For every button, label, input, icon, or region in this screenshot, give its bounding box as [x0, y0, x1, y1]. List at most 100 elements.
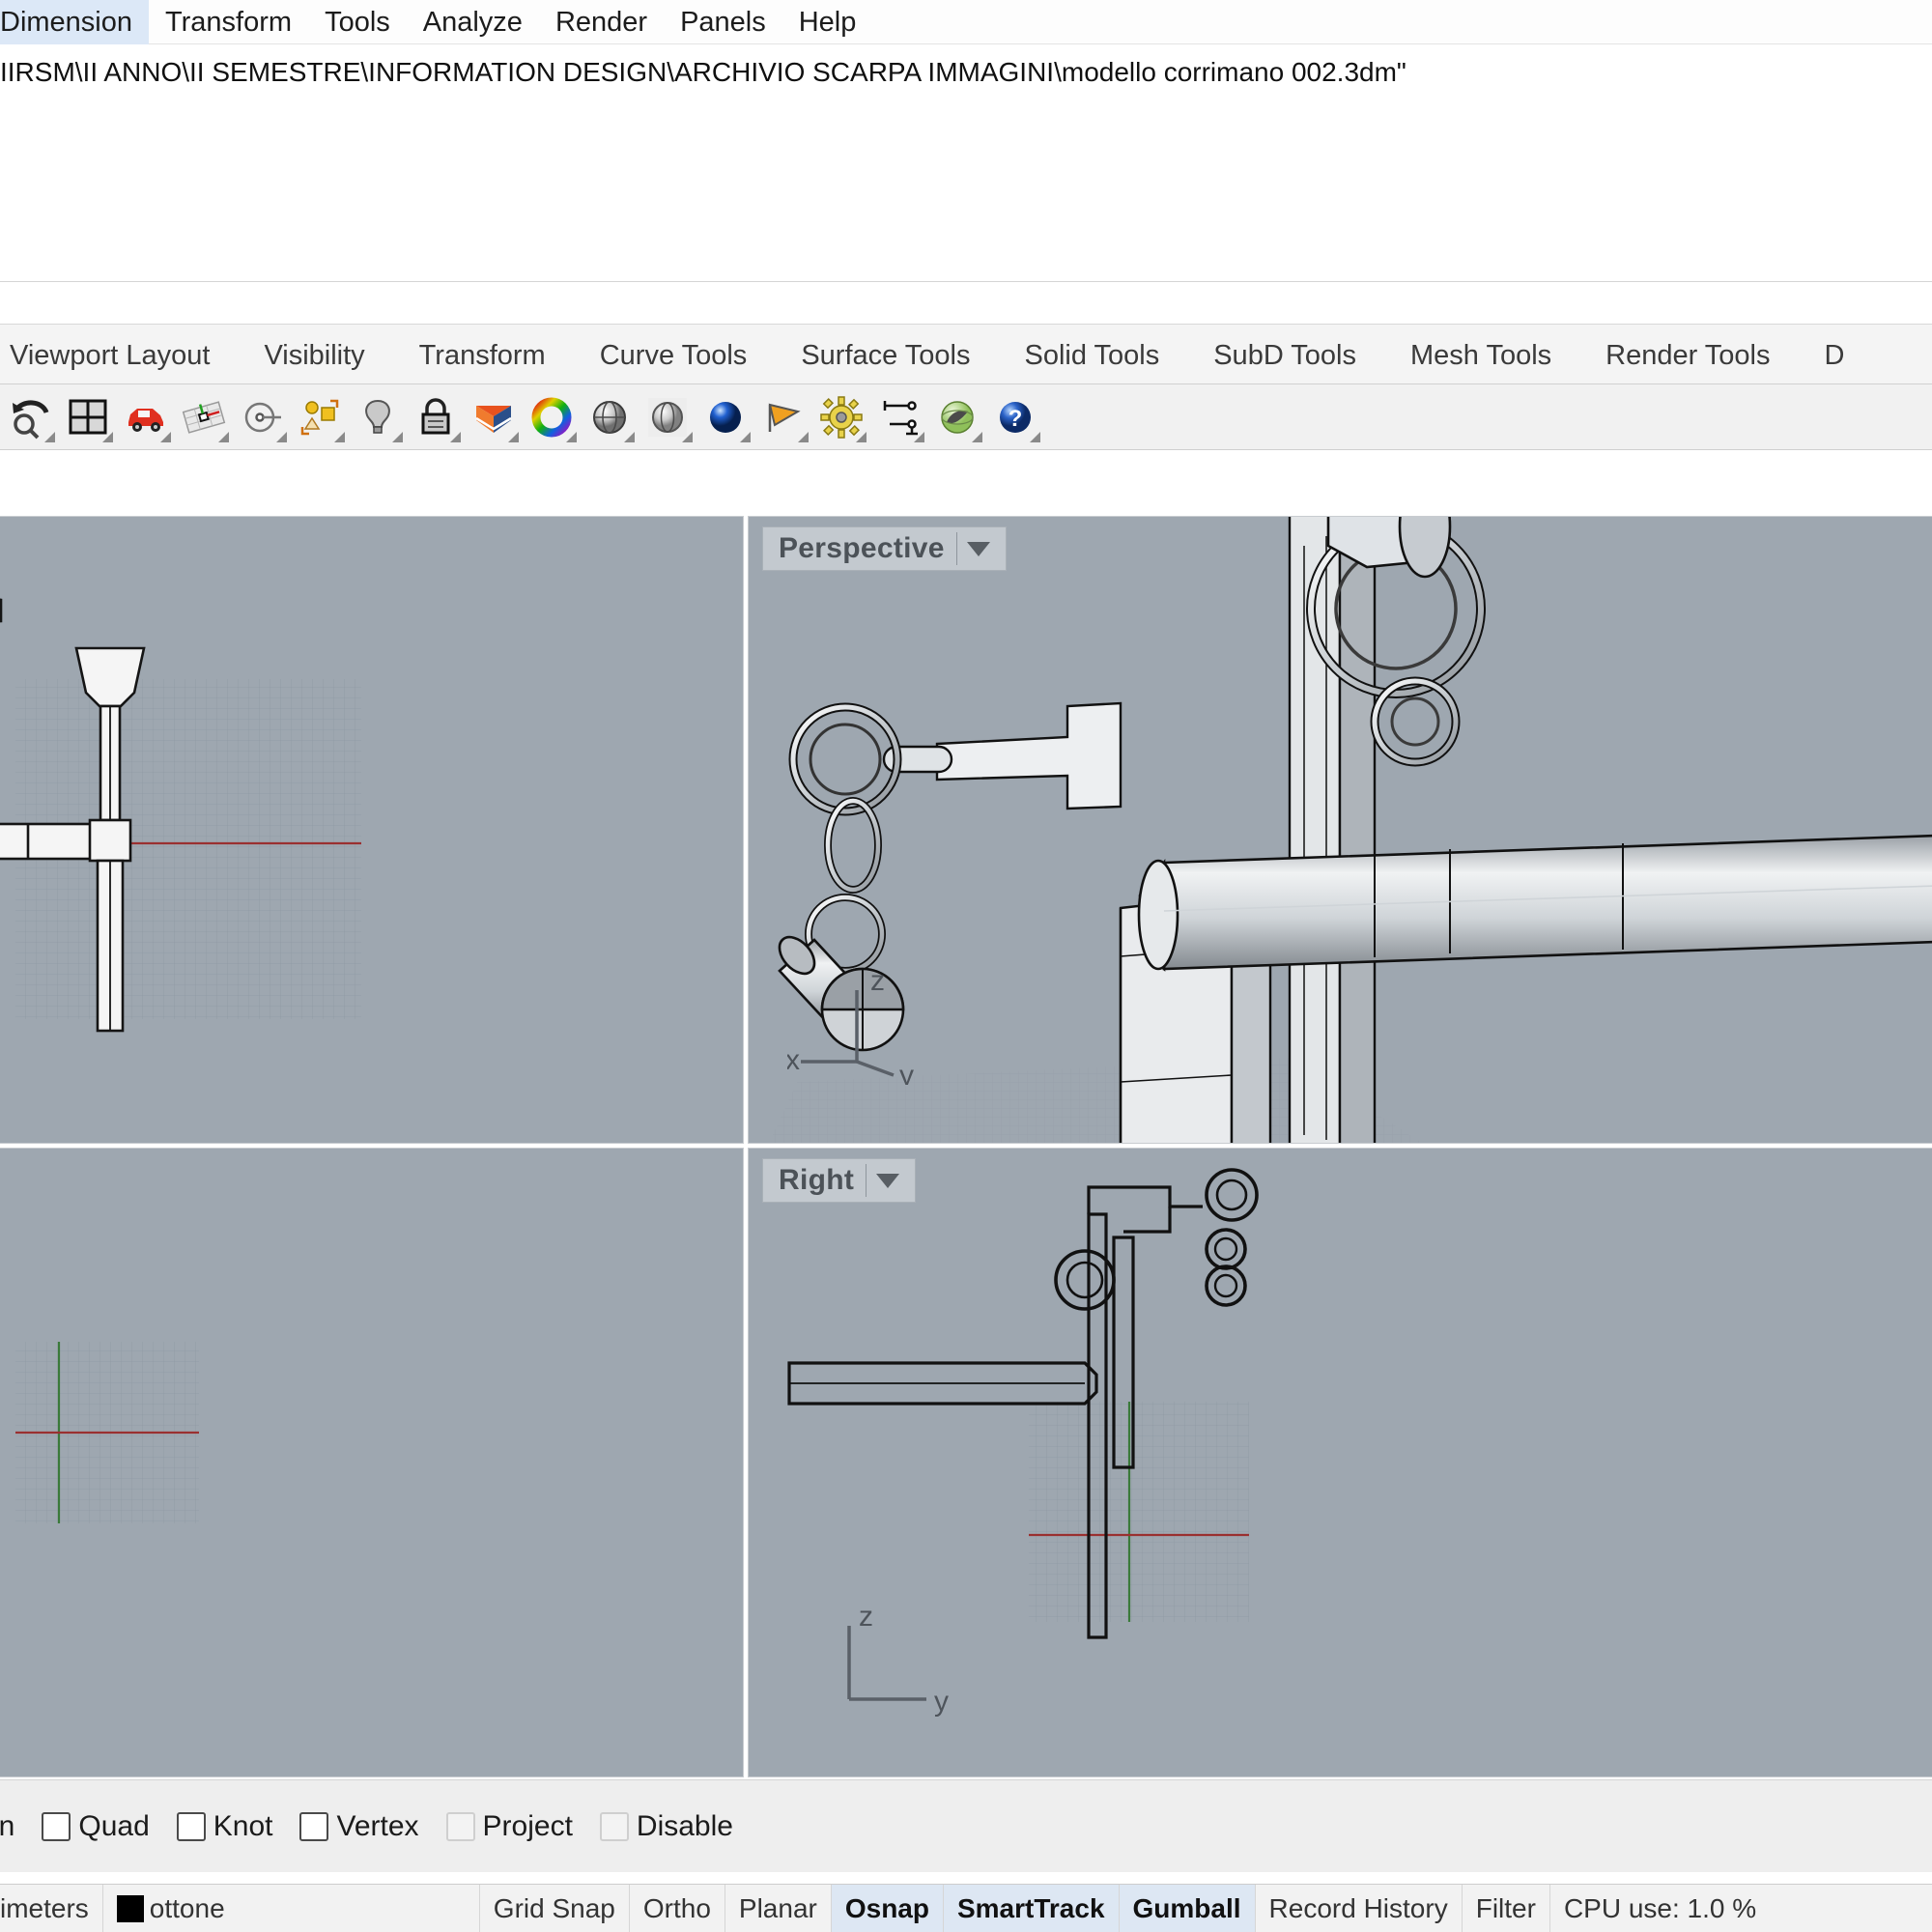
- menu-transform[interactable]: Transform: [149, 0, 308, 44]
- menu-panels[interactable]: Panels: [664, 0, 782, 44]
- osnap-option-project[interactable]: Project: [445, 1809, 573, 1843]
- osnap-checkbox-disable[interactable]: [599, 1811, 629, 1841]
- osnap-checkbox-vertex[interactable]: [299, 1811, 329, 1841]
- tab-curve-tools[interactable]: Curve Tools: [573, 340, 775, 384]
- viewport-title-perspective[interactable]: Perspective: [762, 526, 1007, 571]
- flyout-corner: [508, 431, 519, 442]
- chevron-down-icon[interactable]: [966, 541, 990, 556]
- display-shaded-sphere-icon[interactable]: [582, 389, 638, 445]
- flag-marker-icon[interactable]: [755, 389, 811, 445]
- menu-analyze[interactable]: Analyze: [407, 0, 539, 44]
- osnap-option-knot[interactable]: Knot: [176, 1809, 273, 1843]
- svg-text:y: y: [934, 1686, 949, 1718]
- flyout-corner: [624, 431, 635, 442]
- flyout-corner: [914, 431, 924, 442]
- osnap-label: Quad: [78, 1809, 150, 1842]
- main-icon-toolbar: ?: [0, 384, 1932, 450]
- osnap-option-an[interactable]: an: [0, 1810, 14, 1843]
- osnap-label: Project: [482, 1809, 573, 1842]
- toolbar-tab-strip: Viewport Layout Visibility Transform Cur…: [0, 325, 1932, 384]
- flyout-corner: [450, 431, 461, 442]
- named-views-car-icon[interactable]: [118, 389, 174, 445]
- flyout-corner: [44, 431, 55, 442]
- status-toggle-gumball[interactable]: Gumball: [1119, 1885, 1256, 1932]
- menu-render[interactable]: Render: [539, 0, 664, 44]
- menu-dimension[interactable]: Dimension: [0, 0, 149, 44]
- osnap-checkbox-project[interactable]: [445, 1811, 475, 1841]
- osnap-option-vertex[interactable]: Vertex: [299, 1810, 419, 1843]
- layers-icon[interactable]: [466, 389, 522, 445]
- viewport-title-right[interactable]: Right: [762, 1158, 917, 1203]
- status-toggle-grid-snap[interactable]: Grid Snap: [480, 1885, 630, 1932]
- tab-subd-tools[interactable]: SubD Tools: [1186, 340, 1383, 384]
- svg-text:z: z: [870, 969, 885, 997]
- status-current-layer[interactable]: ottone: [103, 1885, 480, 1932]
- tab-transform[interactable]: Transform: [392, 340, 573, 384]
- help-question-icon[interactable]: ?: [987, 389, 1043, 445]
- status-bar: imeters ottone Grid Snap Ortho Planar Os…: [0, 1884, 1932, 1932]
- lock-icon[interactable]: [408, 389, 464, 445]
- flyout-corner: [682, 431, 693, 442]
- viewport-front[interactable]: [0, 1148, 744, 1777]
- render-blue-sphere-icon[interactable]: [697, 389, 753, 445]
- tab-drafting[interactable]: D: [1798, 340, 1872, 384]
- gumball-circle-icon[interactable]: [234, 389, 290, 445]
- undo-view-change-icon[interactable]: [2, 389, 58, 445]
- osnap-checkbox-knot[interactable]: [176, 1811, 206, 1841]
- flyout-corner: [856, 431, 867, 442]
- status-toggle-smarttrack[interactable]: SmartTrack: [943, 1885, 1120, 1932]
- display-ghosted-sphere-icon[interactable]: [639, 389, 696, 445]
- flyout-corner: [160, 431, 171, 442]
- menu-help[interactable]: Help: [782, 0, 873, 44]
- flyout-corner: [972, 431, 982, 442]
- menu-bar: Dimension Transform Tools Analyze Render…: [0, 0, 1932, 44]
- status-toggle-osnap[interactable]: Osnap: [831, 1885, 944, 1932]
- viewport-top[interactable]: [0, 516, 744, 1144]
- color-wheel-icon[interactable]: [524, 389, 580, 445]
- tab-surface-tools[interactable]: Surface Tools: [774, 340, 997, 384]
- flyout-corner: [218, 431, 229, 442]
- svg-text:x: x: [787, 1044, 800, 1076]
- viewport-title-label: Perspective: [779, 532, 945, 564]
- osnap-checkbox-quad[interactable]: [42, 1811, 71, 1841]
- flyout-corner: [102, 431, 113, 442]
- status-toggle-record-history[interactable]: Record History: [1256, 1885, 1463, 1932]
- select-objects-icon[interactable]: [292, 389, 348, 445]
- tab-render-tools[interactable]: Render Tools: [1578, 340, 1797, 384]
- tab-viewport-layout[interactable]: Viewport Layout: [0, 340, 237, 384]
- osnap-option-disable[interactable]: Disable: [599, 1810, 733, 1843]
- lights-bulb-icon[interactable]: [350, 389, 406, 445]
- flyout-corner: [1030, 431, 1040, 442]
- osnap-toolbar: an Quad Knot Vertex Project Disable: [0, 1779, 1932, 1872]
- osnap-option-quad[interactable]: Quad: [42, 1809, 150, 1843]
- viewport-title-label: Right: [779, 1164, 855, 1196]
- rhino-application-window: Dimension Transform Tools Analyze Render…: [0, 0, 1932, 1932]
- osnap-label: Knot: [213, 1809, 273, 1842]
- command-history-text[interactable]: IIRSM\II ANNO\II SEMESTRE\INFORMATION DE…: [0, 44, 1932, 91]
- status-units[interactable]: imeters: [0, 1885, 103, 1932]
- menu-tools[interactable]: Tools: [308, 0, 407, 44]
- viewport-perspective[interactable]: Perspective z x y: [748, 516, 1932, 1144]
- status-toggle-planar[interactable]: Planar: [725, 1885, 832, 1932]
- command-prompt-input[interactable]: [0, 281, 1932, 324]
- osnap-label: an: [0, 1809, 15, 1842]
- status-toggle-ortho[interactable]: Ortho: [630, 1885, 725, 1932]
- status-toggle-filter[interactable]: Filter: [1463, 1885, 1550, 1932]
- title-divider: [866, 1164, 867, 1197]
- gear-options-icon[interactable]: [813, 389, 869, 445]
- set-cplane-icon[interactable]: [176, 389, 232, 445]
- chevron-down-icon[interactable]: [876, 1173, 900, 1188]
- svg-text:z: z: [859, 1603, 873, 1633]
- dimension-tools-icon[interactable]: [871, 389, 927, 445]
- axis-indicator-perspective: z x y: [787, 969, 932, 1085]
- flyout-corner: [276, 431, 287, 442]
- tab-solid-tools[interactable]: Solid Tools: [998, 340, 1187, 384]
- flyout-corner: [566, 431, 577, 442]
- tab-visibility[interactable]: Visibility: [237, 340, 391, 384]
- viewport-layout-icon[interactable]: [60, 389, 116, 445]
- viewport-right[interactable]: Right z y: [748, 1148, 1932, 1777]
- globe-earth-icon[interactable]: [929, 389, 985, 445]
- tab-mesh-tools[interactable]: Mesh Tools: [1383, 340, 1578, 384]
- flyout-corner: [392, 431, 403, 442]
- svg-text:?: ?: [1009, 406, 1023, 432]
